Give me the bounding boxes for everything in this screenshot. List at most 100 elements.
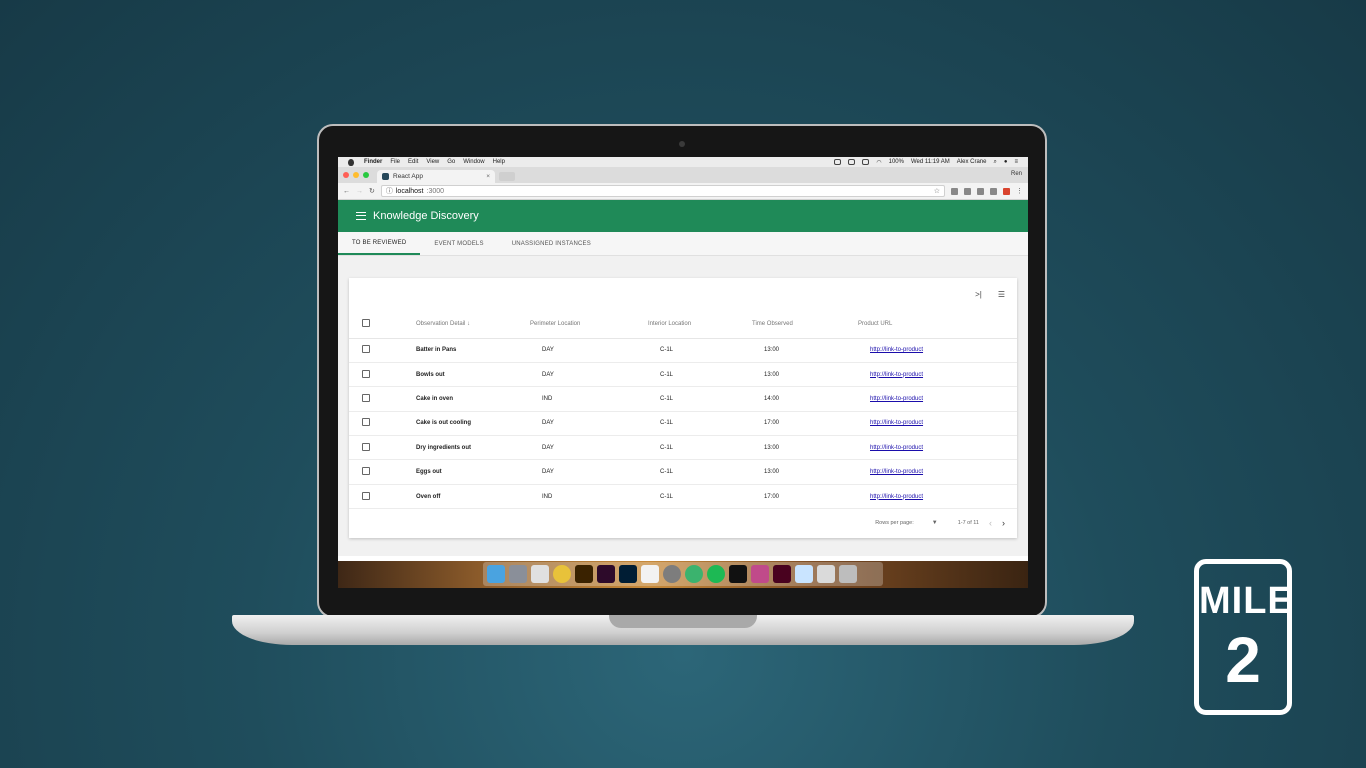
menu-view[interactable]: View (426, 159, 439, 165)
spotify-icon[interactable] (707, 565, 725, 583)
product-link[interactable]: http://link-to-product (870, 494, 923, 500)
reload-icon[interactable]: ↻ (369, 187, 375, 195)
row-checkbox[interactable] (362, 418, 370, 427)
chrome-icon[interactable] (553, 565, 571, 583)
header-interior-location[interactable]: Interior Location (648, 311, 752, 339)
extension-icon[interactable] (951, 187, 958, 195)
header-observation-detail[interactable]: Observation Detail ↓ (416, 311, 530, 339)
row-checkbox[interactable] (362, 467, 370, 476)
badge-mile-text: MILE (1199, 580, 1294, 622)
minimize-window-icon[interactable] (353, 172, 359, 178)
product-link[interactable]: http://link-to-product (870, 347, 923, 353)
slack-icon[interactable] (531, 565, 549, 583)
rows-per-page-dropdown-icon[interactable]: ▼ (932, 520, 938, 526)
user-name[interactable]: Alex Crane (957, 159, 987, 165)
clock[interactable]: Wed 11:19 AM (911, 159, 950, 165)
desktop-wallpaper (338, 561, 1028, 588)
tab-close-icon[interactable]: × (486, 173, 490, 180)
menu-icon[interactable] (356, 212, 366, 220)
table-row[interactable]: Dry ingredients out DAY C-1L 13:00 http:… (349, 435, 1017, 461)
bookmark-star-icon[interactable]: ☆ (934, 187, 940, 195)
table-row[interactable]: Oven off IND C-1L 17:00 http://link-to-p… (349, 484, 1017, 510)
trash-icon[interactable] (839, 565, 857, 583)
downloads-icon[interactable] (817, 565, 835, 583)
cell-interior: C-1L (648, 386, 752, 412)
cell-interior: C-1L (648, 459, 752, 485)
table-row[interactable]: Bowls out DAY C-1L 13:00 http://link-to-… (349, 362, 1017, 388)
apple-icon[interactable] (348, 158, 354, 166)
photoshop-icon[interactable] (619, 565, 637, 583)
folder-icon[interactable] (795, 565, 813, 583)
header-product-url[interactable]: Product URL (858, 311, 1017, 339)
row-checkbox[interactable] (362, 491, 370, 500)
address-bar[interactable]: ⓘ localhost:3000 ☆ (380, 185, 945, 197)
layers-extension-icon[interactable] (964, 187, 971, 195)
info-icon[interactable]: ⓘ (386, 186, 393, 196)
new-tab-button[interactable] (499, 172, 515, 181)
battery-text[interactable]: 100% (889, 159, 904, 165)
url-port: :3000 (426, 187, 445, 195)
tab-to-be-reviewed[interactable]: TO BE REVIEWED (338, 232, 421, 255)
tab-unassigned-instances[interactable]: UNASSIGNED INSTANCES (498, 232, 605, 255)
menu-edit[interactable]: Edit (408, 159, 418, 165)
menu-help[interactable]: Help (493, 159, 505, 165)
back-icon[interactable]: ← (343, 188, 350, 195)
header-perimeter-location[interactable]: Perimeter Location (530, 311, 648, 339)
product-link[interactable]: http://link-to-product (870, 372, 923, 378)
tab-event-models[interactable]: EVENT MODELS (420, 232, 497, 255)
eye-icon[interactable] (848, 159, 856, 165)
row-checkbox[interactable] (362, 345, 370, 354)
product-link[interactable]: http://link-to-product (870, 445, 923, 451)
menu-file[interactable]: File (390, 159, 400, 165)
menu-go[interactable]: Go (447, 159, 455, 165)
illustrator-icon[interactable] (575, 565, 593, 583)
launchpad-icon[interactable] (509, 565, 527, 583)
notes-icon[interactable] (641, 565, 659, 583)
close-window-icon[interactable] (343, 172, 349, 178)
select-all-checkbox[interactable] (362, 319, 370, 328)
indesign-icon[interactable] (773, 565, 791, 583)
table-row[interactable]: Batter in Pans DAY C-1L 13:00 http://lin… (349, 338, 1017, 363)
page-range: 1-7 of 11 (957, 520, 979, 527)
row-checkbox[interactable] (362, 442, 370, 451)
system-preferences-icon[interactable] (663, 565, 681, 583)
row-checkbox[interactable] (362, 393, 370, 402)
collapse-icon[interactable]: >| (975, 290, 982, 299)
invision-icon[interactable] (751, 565, 769, 583)
product-link[interactable]: http://link-to-product (870, 469, 923, 475)
app-bar: Knowledge Discovery (338, 200, 1028, 232)
header-time-observed[interactable]: Time Observed (752, 311, 858, 339)
menu-app-name[interactable]: Finder (364, 159, 382, 165)
terminal-icon[interactable] (729, 565, 747, 583)
pagination: Rows per page: ▼ 1-7 of 11 ‹ › (349, 509, 1017, 537)
cell-time: 13:00 (752, 362, 858, 388)
finder-icon[interactable] (487, 565, 505, 583)
red-extension-icon[interactable] (1003, 187, 1010, 195)
record-icon[interactable] (834, 159, 842, 165)
siri-icon[interactable]: ● (1004, 159, 1008, 165)
table-row[interactable]: Eggs out DAY C-1L 13:00 http://link-to-p… (349, 459, 1017, 485)
more-menu-icon[interactable]: ⋮ (1016, 187, 1023, 195)
forward-icon[interactable]: → (356, 188, 363, 195)
filter-extension-icon[interactable] (977, 187, 984, 195)
browser-tab[interactable]: React App × (377, 170, 495, 183)
spotlight-icon[interactable]: ⌕ (993, 159, 996, 166)
menu-window[interactable]: Window (463, 159, 484, 165)
airplay-icon[interactable] (862, 159, 870, 165)
table-row[interactable]: Cake in oven IND C-1L 14:00 http://link-… (349, 386, 1017, 412)
app-store-icon[interactable] (685, 565, 703, 583)
screenshot-extension-icon[interactable] (990, 187, 997, 195)
notifications-icon[interactable]: ≡ (1014, 159, 1018, 165)
table-row[interactable]: Cake is out cooling DAY C-1L 17:00 http:… (349, 411, 1017, 437)
next-page-icon[interactable]: › (1002, 518, 1005, 528)
xd-icon[interactable] (597, 565, 615, 583)
maximize-window-icon[interactable] (363, 172, 369, 178)
sort-arrow-icon[interactable]: ↓ (467, 321, 470, 327)
row-checkbox[interactable] (362, 369, 370, 378)
product-link[interactable]: http://link-to-product (870, 420, 923, 426)
filter-icon[interactable]: ☰ (998, 290, 1005, 299)
wifi-icon[interactable]: ◠ (876, 159, 881, 166)
product-link[interactable]: http://link-to-product (870, 396, 923, 402)
prev-page-icon[interactable]: ‹ (989, 518, 992, 528)
profile-name[interactable]: Ren (1011, 171, 1022, 177)
